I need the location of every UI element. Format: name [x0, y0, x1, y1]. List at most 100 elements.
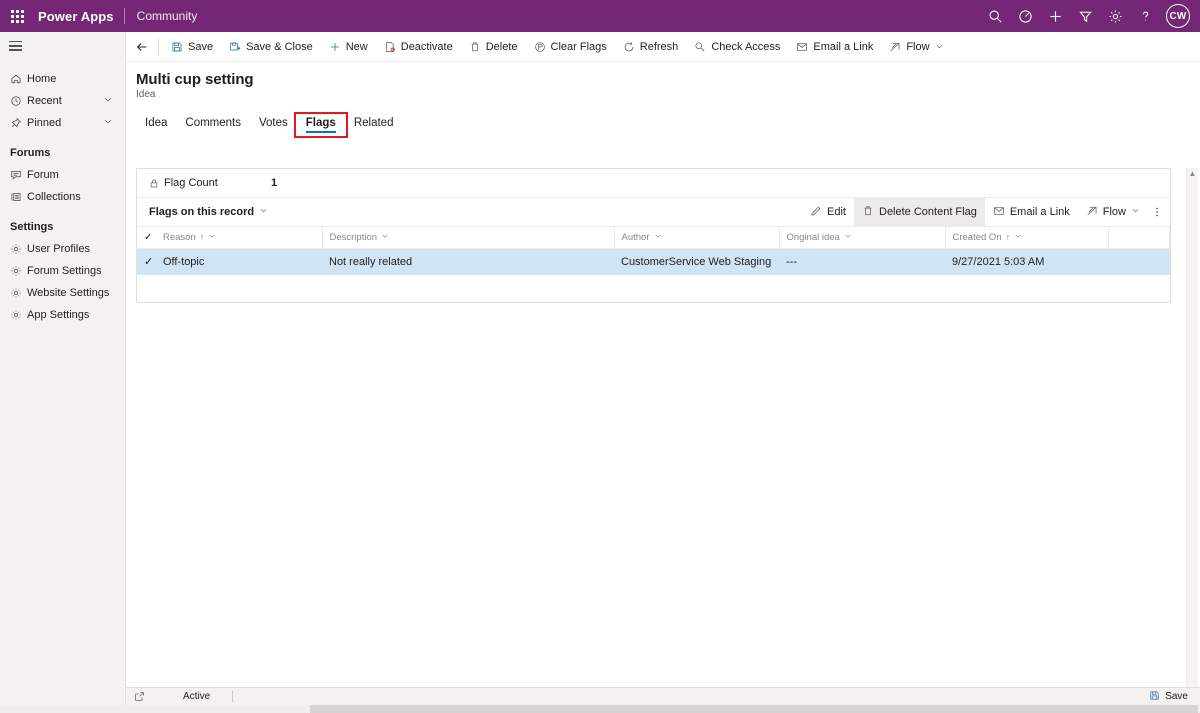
edit-button[interactable]: Edit	[802, 198, 854, 227]
flow-icon	[889, 41, 901, 53]
gear-icon	[10, 309, 27, 321]
sidebar-item-forum-settings[interactable]: Forum Settings	[0, 260, 125, 282]
column-header-author[interactable]: Author	[614, 227, 780, 249]
check-access-button[interactable]: Check Access	[686, 32, 788, 62]
overflow-menu-icon[interactable]	[1148, 198, 1166, 227]
scroll-up-arrow-icon[interactable]: ▲	[1189, 170, 1197, 178]
search-icon[interactable]	[980, 0, 1010, 32]
save-icon	[1149, 690, 1160, 704]
column-header-reason[interactable]: Reason ↑	[156, 227, 323, 249]
sidebar-item-app-settings[interactable]: App Settings	[0, 304, 125, 326]
email-link-icon	[993, 205, 1005, 220]
content-vertical-scrollbar[interactable]: ▲ ▼	[1186, 168, 1198, 713]
clear-flags-button[interactable]: Clear Flags	[526, 32, 615, 62]
environment-name[interactable]: Community	[125, 9, 198, 23]
sidebar-item-home[interactable]: Home	[0, 68, 125, 90]
open-in-new-icon[interactable]	[126, 691, 153, 702]
page-title: Multi cup setting	[136, 71, 254, 88]
horizontal-scroll-thumb[interactable]	[310, 705, 1198, 713]
flow-button[interactable]: Flow	[881, 32, 951, 62]
sidebar-item-website-settings[interactable]: Website Settings	[0, 282, 125, 304]
home-icon	[10, 73, 27, 85]
chevron-down-icon[interactable]	[844, 232, 852, 243]
flag-count-field-row: Flag Count 1	[137, 169, 1170, 198]
sidebar-item-forum[interactable]: Forum	[0, 164, 125, 186]
grid-email-a-link-button[interactable]: Email a Link	[985, 198, 1078, 227]
chevron-down-icon[interactable]	[259, 206, 268, 218]
tab-votes[interactable]: Votes	[250, 117, 297, 135]
tab-idea[interactable]: Idea	[136, 117, 176, 135]
help-icon[interactable]	[1130, 0, 1160, 32]
lock-icon	[149, 178, 159, 189]
left-sidebar: Home Recent Pinned Forums Forum Collecti…	[0, 32, 126, 713]
column-header-description[interactable]: Description	[322, 227, 615, 249]
sidebar-item-recent[interactable]: Recent	[0, 90, 125, 112]
column-header-created-on[interactable]: Created On ↑	[945, 227, 1109, 249]
page-horizontal-scrollbar[interactable]	[0, 705, 1200, 713]
email-a-link-button[interactable]: Email a Link	[788, 32, 881, 62]
email-link-icon	[796, 41, 808, 53]
tab-comments[interactable]: Comments	[176, 117, 250, 135]
back-arrow-icon[interactable]	[128, 32, 156, 62]
app-launcher-waffle-icon[interactable]	[0, 0, 34, 32]
table-row[interactable]: ✓ Off-topic Not really related CustomerS…	[137, 248, 1170, 275]
grid-email-a-link-label: Email a Link	[1009, 206, 1070, 218]
save-button-label: Save	[188, 40, 214, 53]
chevron-down-icon[interactable]	[103, 95, 113, 108]
flow-button-label: Flow	[906, 40, 930, 53]
brand-title[interactable]: Power Apps	[34, 9, 124, 24]
deactivate-button[interactable]: Deactivate	[376, 32, 461, 62]
sidebar-item-label: App Settings	[27, 309, 90, 321]
record-status: Active	[183, 691, 211, 702]
status-save-button[interactable]: Save	[1149, 690, 1200, 704]
assistant-icon[interactable]	[1010, 0, 1040, 32]
user-avatar[interactable]: CW	[1166, 4, 1190, 28]
top-navigation-bar: Power Apps Community CW	[0, 0, 1200, 32]
grid-flow-button[interactable]: Flow	[1078, 198, 1148, 227]
sidebar-item-label: Website Settings	[27, 287, 110, 299]
filter-icon[interactable]	[1070, 0, 1100, 32]
trash-icon	[862, 205, 874, 220]
settings-gear-icon[interactable]	[1100, 0, 1130, 32]
subgrid-view-selector[interactable]: Flags on this record	[149, 206, 268, 218]
row-checkbox[interactable]: ✓	[137, 248, 156, 275]
cell-description[interactable]: Not really related	[322, 248, 614, 275]
pin-icon	[10, 117, 27, 129]
subgrid-header-bar: Flags on this record Edit Delete Content…	[137, 197, 1170, 227]
column-header-original-idea[interactable]: Original idea	[779, 227, 946, 249]
cell-author[interactable]: CustomerService Web Staging	[614, 248, 779, 275]
sidebar-item-pinned[interactable]: Pinned	[0, 112, 125, 134]
select-all-checkbox[interactable]: ✓	[137, 227, 156, 249]
cell-reason: Off-topic	[156, 248, 322, 275]
plus-icon	[329, 41, 341, 53]
sidebar-item-label: Pinned	[27, 117, 62, 129]
tab-related[interactable]: Related	[345, 117, 403, 135]
tab-flags[interactable]: Flags	[293, 112, 348, 138]
clock-icon	[10, 95, 27, 107]
refresh-button-label: Refresh	[639, 40, 679, 53]
save-button[interactable]: Save	[163, 32, 221, 62]
add-icon[interactable]	[1040, 0, 1070, 32]
chevron-down-icon[interactable]	[103, 117, 113, 130]
refresh-button[interactable]: Refresh	[615, 32, 687, 62]
save-and-close-button[interactable]: Save & Close	[221, 32, 321, 62]
sidebar-item-collections[interactable]: Collections	[0, 186, 125, 208]
sidebar-collapse-hamburger-icon[interactable]	[0, 32, 126, 62]
chevron-down-icon[interactable]	[654, 232, 662, 243]
delete-content-flag-label: Delete Content Flag	[879, 206, 977, 218]
new-button[interactable]: New	[321, 32, 376, 62]
chevron-down-icon[interactable]	[208, 232, 216, 243]
sidebar-item-user-profiles[interactable]: User Profiles	[0, 238, 125, 260]
record-command-bar: Save Save & Close New Deactivate Delete …	[126, 32, 1200, 62]
chevron-down-icon[interactable]	[935, 42, 944, 51]
command-divider	[158, 37, 159, 56]
chevron-down-icon[interactable]	[381, 232, 389, 243]
delete-content-flag-button[interactable]: Delete Content Flag	[854, 197, 985, 227]
chevron-down-icon[interactable]	[1131, 206, 1140, 218]
tab-label: Votes	[259, 117, 288, 129]
sidebar-item-label: Home	[27, 73, 57, 85]
record-header: Multi cup setting Idea	[126, 62, 1200, 100]
chevron-down-icon[interactable]	[1014, 232, 1022, 243]
delete-button[interactable]: Delete	[461, 32, 526, 62]
column-label: Description	[329, 231, 378, 243]
